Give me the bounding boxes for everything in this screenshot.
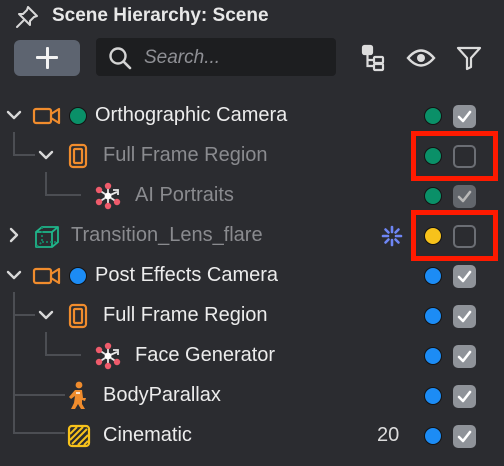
- pin-icon[interactable]: [14, 4, 40, 35]
- search-icon: [108, 46, 132, 75]
- cube-icon: [34, 225, 60, 254]
- tree-row-post-effects-camera[interactable]: Post Effects Camera: [0, 256, 504, 296]
- panel-header: Scene Hierarchy: Scene: [0, 0, 504, 32]
- filter-icon[interactable]: [456, 45, 482, 76]
- chevron-down-icon[interactable]: [38, 147, 54, 168]
- enabled-checkbox[interactable]: [453, 345, 476, 368]
- enabled-checkbox[interactable]: [453, 265, 476, 288]
- row-label: BodyParallax: [103, 384, 221, 406]
- tree-row-bodyparallax[interactable]: BodyParallax: [0, 376, 504, 416]
- add-object-button[interactable]: [14, 40, 80, 76]
- tree-row-full-frame-region-2[interactable]: Full Frame Region: [0, 296, 504, 336]
- enabled-checkbox[interactable]: [453, 425, 476, 448]
- row-label: Cinematic: [103, 424, 192, 446]
- eye-icon[interactable]: [406, 47, 436, 74]
- hierarchy-filter-icon[interactable]: [361, 44, 387, 79]
- layer-dot[interactable]: [424, 387, 442, 405]
- search-placeholder: Search...: [144, 47, 221, 68]
- hatched-square-icon: [67, 424, 91, 453]
- layer-dot[interactable]: [424, 267, 442, 285]
- sparkle-icon: [381, 225, 403, 252]
- toolbar: Search...: [0, 36, 504, 82]
- layer-dot[interactable]: [424, 427, 442, 445]
- row-label: AI Portraits: [135, 184, 234, 206]
- highlight-box: [411, 210, 498, 261]
- highlight-box: [411, 131, 498, 181]
- chevron-right-icon[interactable]: [6, 227, 22, 248]
- row-label: Transition_Lens_flare: [71, 224, 263, 246]
- status-dot: [69, 107, 87, 125]
- row-label: Face Generator: [135, 344, 276, 366]
- camera-icon: [32, 266, 62, 291]
- tree-row-face-generator[interactable]: Face Generator: [0, 336, 504, 376]
- row-label: Full Frame Region: [103, 304, 268, 326]
- layer-dot[interactable]: [424, 307, 442, 325]
- row-label: Post Effects Camera: [95, 264, 279, 286]
- person-icon: [66, 381, 90, 416]
- row-label: Full Frame Region: [103, 144, 268, 166]
- enabled-checkbox[interactable]: [453, 385, 476, 408]
- panel-title: Scene Hierarchy: Scene: [52, 5, 269, 26]
- tree-row-orthographic-camera[interactable]: Orthographic Camera: [0, 96, 504, 136]
- enabled-checkbox[interactable]: [453, 105, 476, 128]
- chevron-down-icon[interactable]: [6, 267, 22, 288]
- camera-icon: [32, 106, 62, 131]
- face-mesh-icon: [94, 342, 122, 375]
- layer-dot[interactable]: [424, 187, 442, 205]
- status-dot: [69, 267, 87, 285]
- row-label: Orthographic Camera: [95, 104, 288, 126]
- search-field[interactable]: Search...: [96, 38, 336, 76]
- region-icon: [68, 143, 88, 174]
- face-mesh-icon: [94, 182, 122, 215]
- enabled-checkbox[interactable]: [453, 185, 476, 208]
- enabled-checkbox[interactable]: [453, 305, 476, 328]
- chevron-down-icon[interactable]: [38, 307, 54, 328]
- chevron-down-icon[interactable]: [6, 107, 22, 128]
- count-badge: 20: [377, 424, 400, 446]
- layer-dot[interactable]: [424, 107, 442, 125]
- layer-dot[interactable]: [424, 347, 442, 365]
- tree-row-cinematic[interactable]: Cinematic 20: [0, 416, 504, 456]
- region-icon: [68, 303, 88, 334]
